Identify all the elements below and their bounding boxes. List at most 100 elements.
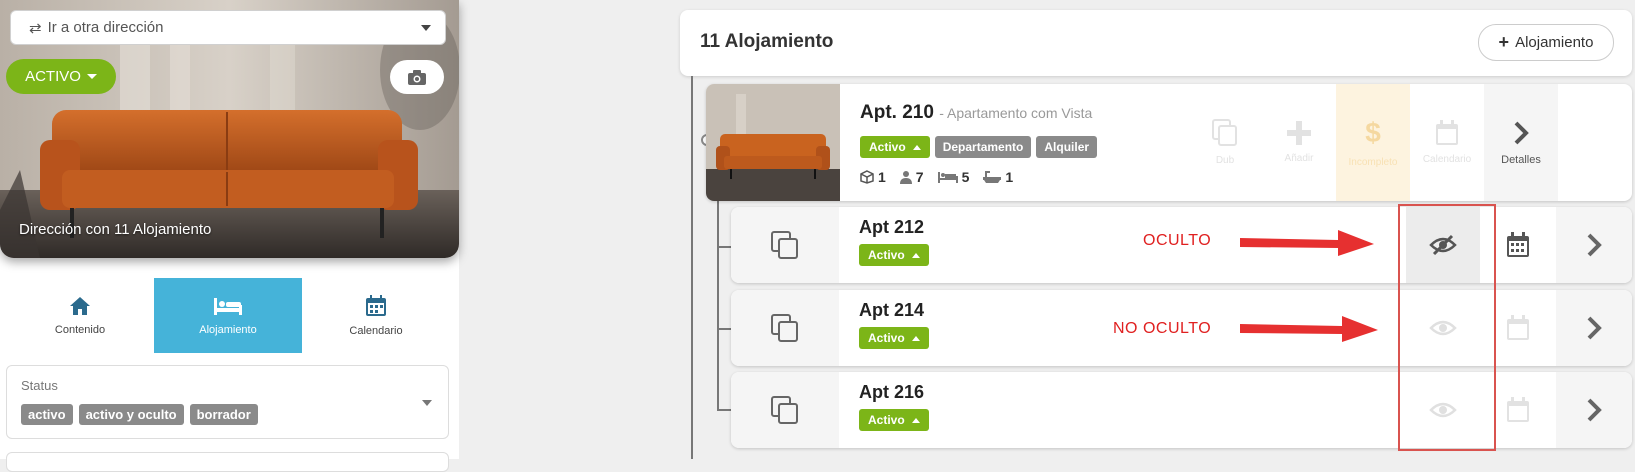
mode-badge: Alquiler [1036,136,1098,158]
annotation-arrow [1240,230,1374,256]
status-filter-label: Status [21,378,58,393]
listing-name: Apt. 210 [860,102,934,123]
caret-up-icon [911,252,920,258]
swap-icon: ⇄ [29,19,42,37]
sub-listing-title[interactable]: Apt 216 [859,382,924,403]
guests-count: 7 [915,169,924,185]
guests-meta: 7 [899,169,924,185]
bed-icon [214,297,242,315]
calendar-icon [366,294,386,316]
action-label: Incompleto [1348,157,1398,168]
calendar-icon [1436,120,1458,145]
status-dropdown-button[interactable]: ACTIVO [6,59,116,94]
left-panel: ⇄ Ir a otra dirección ACTIVO Dirección c… [0,0,459,472]
annotation-no-oculto: NO OCULTO [1113,320,1212,337]
copy-icon [1212,119,1237,146]
tree-line [691,76,693,459]
tab-alojamiento[interactable]: Alojamiento [154,278,302,353]
action-label: Detalles [1501,153,1541,166]
listing-badges: Activo Departamento Alquiler [860,136,1098,158]
sub-listing-title[interactable]: Apt 214 [859,300,924,321]
page-title: 11 Alojamiento [700,31,834,52]
details-button[interactable] [1556,207,1632,283]
dollar-icon: $ [1365,117,1381,148]
caret-up-icon [912,144,921,150]
type-badge: Departamento [934,136,1032,158]
home-icon [70,296,90,315]
status-filter-select[interactable]: Status activo activo y oculto borrador [6,365,449,439]
units-count: 1 [878,169,886,185]
sub-listing-status-dropdown[interactable]: Activo [859,244,929,266]
calendar-icon [1507,315,1529,340]
action-label: Añadir [1284,153,1314,164]
copy-icon [771,231,798,259]
details-button[interactable] [1556,372,1632,448]
status-chip[interactable]: activo y oculto [78,404,184,425]
sub-listing-title[interactable]: Apt 212 [859,217,924,238]
sub-listing-row[interactable]: Apt 216 Activo [731,372,1632,448]
tab-label: Contenido [54,323,106,336]
duplicate-button[interactable] [731,372,839,448]
status-chip[interactable]: activo [21,404,73,425]
status-button-label: ACTIVO [25,68,81,85]
camera-button[interactable] [390,60,444,94]
chevron-right-icon [1587,316,1602,340]
details-action[interactable]: Detalles [1484,84,1558,201]
details-button[interactable] [1556,290,1632,366]
status-chip[interactable]: borrador [189,404,258,425]
caret-up-icon [911,335,920,341]
duplicate-button[interactable] [731,207,839,283]
listing-status-dropdown[interactable]: Activo [860,136,930,158]
chevron-down-icon [421,24,431,31]
beds-count: 5 [961,169,970,185]
add-sub-action[interactable]: Añadir [1262,84,1336,201]
annotation-highlight-box [1398,204,1496,451]
tree-branch [717,409,731,411]
beds-meta: 5 [937,169,970,185]
tab-label: Calendario [349,324,403,337]
address-select[interactable]: ⇄ Ir a otra dirección [10,10,446,45]
chevron-down-icon [422,400,432,406]
copy-icon [771,314,798,342]
tab-contenido[interactable]: Contenido [6,278,154,353]
plus-icon: + [1498,32,1510,52]
hero-caption: Dirección con 11 Alojamiento [19,221,212,238]
duplicate-button[interactable] [731,290,839,366]
status-label: Activo [868,248,905,262]
annotation-arrow [1240,316,1378,342]
bed-icon [937,172,958,183]
annotation-oculto: OCULTO [1143,232,1212,249]
listing-title[interactable]: Apt. 210 - Apartamento com Vista [860,102,1092,124]
action-label: Dub [1215,155,1235,166]
cube-icon [860,170,874,184]
incomplete-action[interactable]: $ Incompleto [1336,84,1410,201]
duplicate-action[interactable]: Dub [1188,84,1262,201]
sub-listing-status-dropdown[interactable]: Activo [859,327,929,349]
listings-header: 11 Alojamiento + Alojamiento [680,10,1632,76]
camera-icon [408,69,426,85]
tree-line [717,200,719,410]
baths-meta: 1 [983,169,1013,185]
status-label: Activo [868,331,905,345]
sub-listing-status-dropdown[interactable]: Activo [859,409,929,431]
add-button-label: Alojamiento [1515,34,1594,51]
chevron-right-icon [1514,121,1529,144]
calendar-icon [1507,232,1529,257]
tab-calendario[interactable]: Calendario [302,278,450,353]
hero-image: ⇄ Ir a otra dirección ACTIVO Dirección c… [0,0,459,258]
copy-icon [771,396,798,424]
listing-thumbnail [706,84,840,201]
add-alojamiento-button[interactable]: + Alojamiento [1478,24,1614,61]
next-filter-select[interactable] [6,452,449,472]
calendar-action[interactable]: Calendario [1410,84,1484,201]
caret-down-icon [86,74,97,79]
listing-subtitle: - Apartamento com Vista [939,105,1093,121]
listing-row[interactable]: Apt. 210 - Apartamento com Vista Activo … [706,84,1632,201]
tree-branch [717,328,731,330]
tree-branch [717,246,731,248]
tab-label: Alojamiento [199,323,257,336]
units-meta: 1 [860,169,886,185]
caret-up-icon [911,417,920,423]
plus-icon [1287,121,1311,145]
listing-meta: 1 7 5 1 [860,169,1013,185]
